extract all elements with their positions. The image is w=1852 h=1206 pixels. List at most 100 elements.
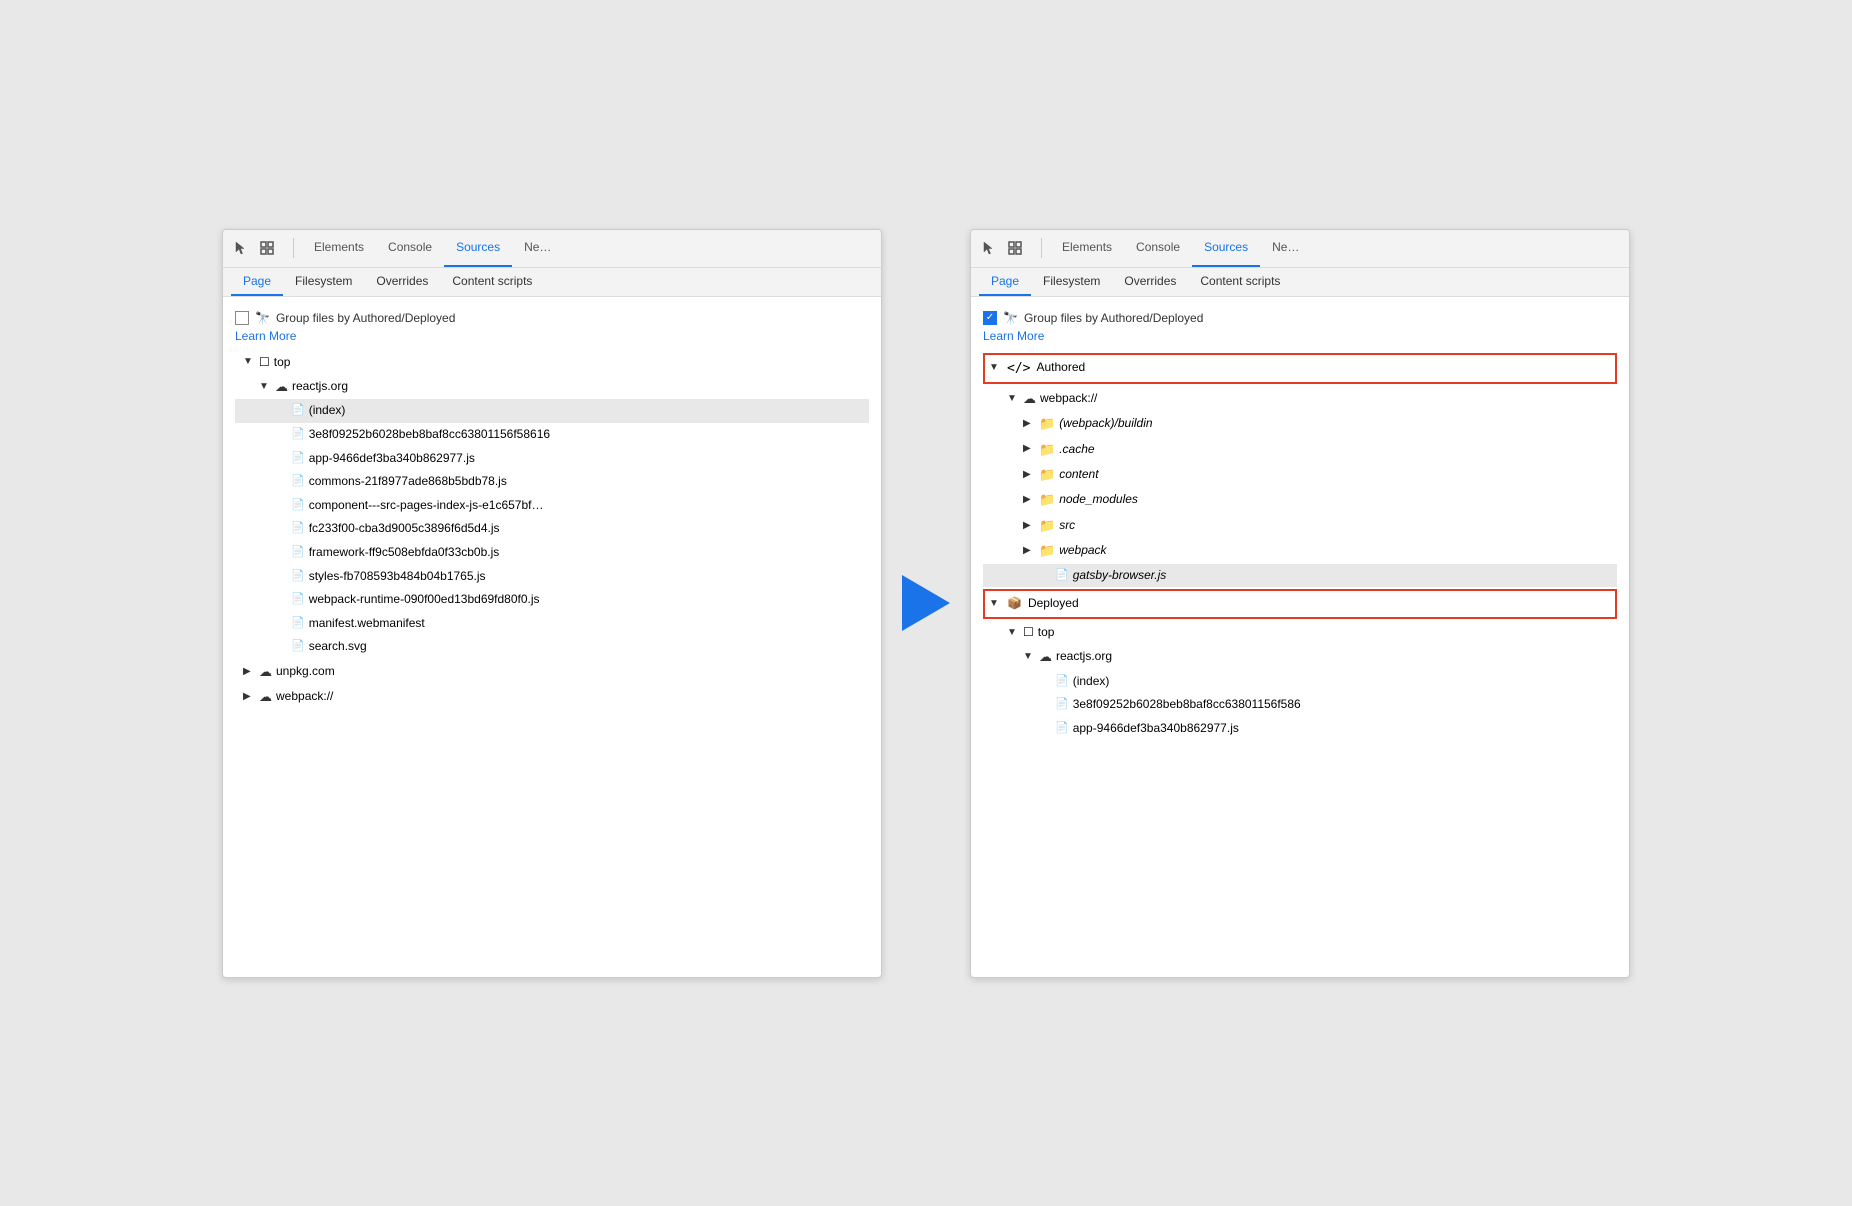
cursor-icon[interactable]	[231, 238, 251, 258]
subtab-overrides-right[interactable]: Overrides	[1112, 268, 1188, 296]
tree-item-top[interactable]: ▼ ☐ top	[235, 351, 869, 375]
file-icon-2: 📄	[291, 449, 305, 469]
tab-console-right[interactable]: Console	[1124, 230, 1192, 267]
tree-label-index-left: (index)	[309, 400, 346, 422]
tree-item-index-deployed[interactable]: 📄 (index)	[983, 670, 1617, 694]
tree-item-file9[interactable]: 📄 manifest.webmanifest	[235, 612, 869, 636]
group-files-checkbox-right[interactable]	[983, 311, 997, 325]
tree-item-index-left[interactable]: 📄 (index)	[235, 399, 869, 423]
arrow-webpack-authored: ▼	[1007, 390, 1019, 408]
file-icon-1-deployed: 📄	[1055, 695, 1069, 715]
learn-more-left[interactable]: Learn More	[235, 327, 869, 351]
tree-item-file3[interactable]: 📄 commons-21f8977ade868b5bdb78.js	[235, 470, 869, 494]
deployed-section-header[interactable]: ▼ 📦 Deployed	[983, 589, 1617, 619]
tree-label-file10: search.svg	[309, 636, 367, 658]
tree-label-index-deployed: (index)	[1073, 671, 1110, 693]
left-toolbar-icons	[231, 238, 277, 258]
learn-more-right[interactable]: Learn More	[983, 327, 1617, 351]
tree-item-reactjs[interactable]: ▼ ☁ reactjs.org	[235, 374, 869, 399]
tree-item-file4[interactable]: 📄 component---src-pages-index-js-e1c657b…	[235, 494, 869, 518]
screenshot-container: Elements Console Sources Ne… Page Filesy…	[222, 229, 1630, 978]
arrow-buildin: ▶	[1023, 415, 1035, 433]
folder-icon-top-deployed: ☐	[1023, 622, 1034, 644]
right-toolbar-icons	[979, 238, 1025, 258]
file-icon-5: 📄	[291, 519, 305, 539]
arrow-top-deployed: ▼	[1007, 624, 1019, 642]
left-panel: Elements Console Sources Ne… Page Filesy…	[222, 229, 882, 978]
tree-label-file4: component---src-pages-index-js-e1c657bf…	[309, 495, 544, 517]
tree-item-node-modules[interactable]: ▶ 📁 node_modules	[983, 487, 1617, 512]
tree-item-src[interactable]: ▶ 📁 src	[983, 513, 1617, 538]
tree-label-file9: manifest.webmanifest	[309, 613, 425, 635]
folder-icon-node-modules: 📁	[1039, 488, 1055, 511]
tree-item-file2[interactable]: 📄 app-9466def3ba340b862977.js	[235, 447, 869, 471]
tree-label-webpack-folder: webpack	[1059, 540, 1106, 562]
file-icon-1: 📄	[291, 425, 305, 445]
tree-label-file8: webpack-runtime-090f00ed13bd69fd80f0.js	[309, 589, 540, 611]
tree-item-top-deployed[interactable]: ▼ ☐ top	[983, 621, 1617, 645]
tree-item-webpack-folder[interactable]: ▶ 📁 webpack	[983, 538, 1617, 563]
subtab-content-scripts-right[interactable]: Content scripts	[1188, 268, 1292, 296]
authored-label: Authored	[1036, 357, 1085, 379]
tree-item-cache[interactable]: ▶ 📁 .cache	[983, 437, 1617, 462]
group-files-label-left: Group files by Authored/Deployed	[276, 311, 455, 325]
folder-icon-top: ☐	[259, 352, 270, 374]
tree-item-file7[interactable]: 📄 styles-fb708593b484b04b1765.js	[235, 565, 869, 589]
tab-network-left[interactable]: Ne…	[512, 230, 563, 267]
tab-sources-left[interactable]: Sources	[444, 230, 512, 267]
tree-item-file10[interactable]: 📄 search.svg	[235, 635, 869, 659]
folder-icon-cache: 📁	[1039, 438, 1055, 461]
file-icon-10: 📄	[291, 637, 305, 657]
right-toolbar-tabs: Elements Console Sources Ne…	[1050, 230, 1311, 267]
tab-console-left[interactable]: Console	[376, 230, 444, 267]
tab-sources-right[interactable]: Sources	[1192, 230, 1260, 267]
right-sub-tabs: Page Filesystem Overrides Content script…	[971, 268, 1629, 297]
tree-item-file5[interactable]: 📄 fc233f00-cba3d9005c3896f6d5d4.js	[235, 517, 869, 541]
subtab-filesystem-left[interactable]: Filesystem	[283, 268, 364, 296]
inspect-icon[interactable]	[257, 238, 277, 258]
tree-item-file2-deployed[interactable]: 📄 app-9466def3ba340b862977.js	[983, 717, 1617, 741]
group-files-checkbox-left[interactable]	[235, 311, 249, 325]
tree-item-file8[interactable]: 📄 webpack-runtime-090f00ed13bd69fd80f0.j…	[235, 588, 869, 612]
subtab-content-scripts-left[interactable]: Content scripts	[440, 268, 544, 296]
folder-icon-buildin: 📁	[1039, 412, 1055, 435]
tree-label-file1-deployed: 3e8f09252b6028beb8baf8cc63801156f586	[1073, 694, 1301, 716]
tree-label-top-deployed: top	[1038, 622, 1055, 644]
file-icon-2-deployed: 📄	[1055, 719, 1069, 739]
subtab-filesystem-right[interactable]: Filesystem	[1031, 268, 1112, 296]
tree-label-unpkg: unpkg.com	[276, 661, 335, 683]
subtab-page-right[interactable]: Page	[979, 268, 1031, 296]
tab-network-right[interactable]: Ne…	[1260, 230, 1311, 267]
group-files-row-right: 🔭 Group files by Authored/Deployed	[983, 305, 1617, 327]
tree-item-gatsby-browser[interactable]: 📄 gatsby-browser.js	[983, 564, 1617, 588]
tree-item-unpkg[interactable]: ▶ ☁ unpkg.com	[235, 659, 869, 684]
tree-label-buildin: (webpack)/buildin	[1059, 413, 1152, 435]
tree-item-webpack-left[interactable]: ▶ ☁ webpack://	[235, 684, 869, 709]
tree-item-reactjs-deployed[interactable]: ▼ ☁ reactjs.org	[983, 644, 1617, 669]
cloud-icon-reactjs: ☁	[275, 375, 288, 398]
authored-section-header[interactable]: ▼ </> Authored	[983, 353, 1617, 384]
cloud-icon-webpack-authored: ☁	[1023, 387, 1036, 410]
tree-label-file5: fc233f00-cba3d9005c3896f6d5d4.js	[309, 518, 500, 540]
file-icon-gatsby: 📄	[1055, 566, 1069, 586]
tree-label-top: top	[274, 352, 291, 374]
subtab-page-left[interactable]: Page	[231, 268, 283, 296]
tab-elements-left[interactable]: Elements	[302, 230, 376, 267]
cursor-icon-right[interactable]	[979, 238, 999, 258]
tree-item-file1[interactable]: 📄 3e8f09252b6028beb8baf8cc63801156f58616	[235, 423, 869, 447]
folder-icon-src: 📁	[1039, 514, 1055, 537]
tree-item-content[interactable]: ▶ 📁 content	[983, 462, 1617, 487]
arrow-cache: ▶	[1023, 440, 1035, 458]
right-tree: ▼ </> Authored ▼ ☁ webpack:// ▶ 📁 (webpa…	[983, 353, 1617, 741]
inspect-icon-right[interactable]	[1005, 238, 1025, 258]
toolbar-divider	[293, 238, 294, 258]
tree-item-webpack-authored[interactable]: ▼ ☁ webpack://	[983, 386, 1617, 411]
tree-item-buildin[interactable]: ▶ 📁 (webpack)/buildin	[983, 411, 1617, 436]
tree-label-reactjs: reactjs.org	[292, 376, 348, 398]
tree-item-file1-deployed[interactable]: 📄 3e8f09252b6028beb8baf8cc63801156f586	[983, 693, 1617, 717]
subtab-overrides-left[interactable]: Overrides	[364, 268, 440, 296]
group-files-row-left: 🔭 Group files by Authored/Deployed	[235, 305, 869, 327]
tree-label-webpack-left: webpack://	[276, 686, 333, 708]
tab-elements-right[interactable]: Elements	[1050, 230, 1124, 267]
tree-item-file6[interactable]: 📄 framework-ff9c508ebfda0f33cb0b.js	[235, 541, 869, 565]
